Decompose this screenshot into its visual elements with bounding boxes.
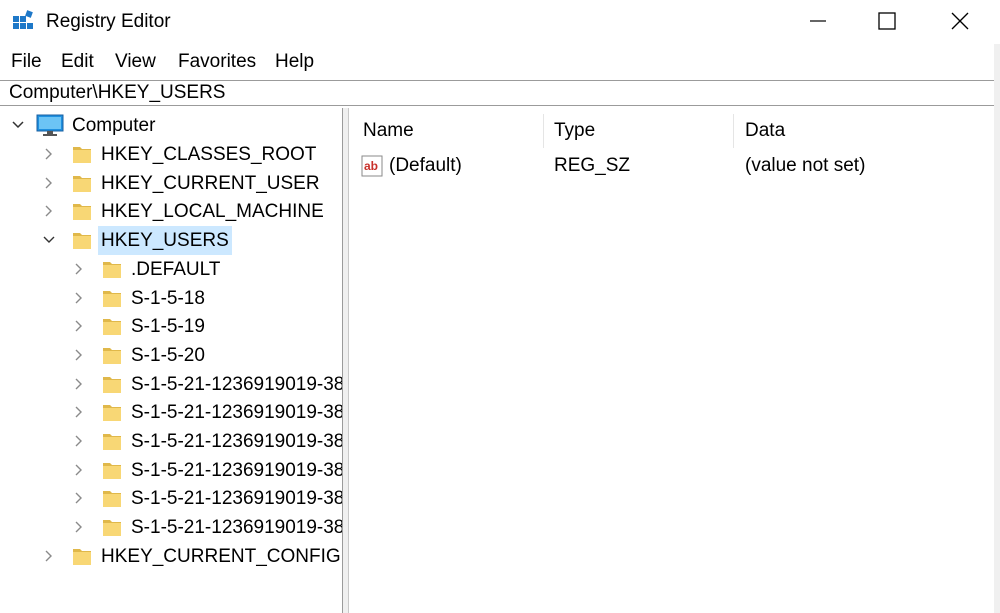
- chevron-down-icon[interactable]: [11, 118, 25, 132]
- address-path[interactable]: Computer\HKEY_USERS: [9, 81, 225, 105]
- close-icon: [951, 12, 969, 30]
- tree-node[interactable]: S-1-5-19: [0, 312, 342, 341]
- tree-label[interactable]: HKEY_CURRENT_USER: [98, 169, 323, 198]
- tree-node[interactable]: S-1-5-18: [0, 284, 342, 313]
- tree-label[interactable]: S-1-5-21-1236919019-382: [128, 484, 342, 513]
- folder-icon: [103, 462, 121, 479]
- folder-icon: [73, 147, 91, 163]
- chevron-right-icon[interactable]: [72, 491, 86, 505]
- tree-node[interactable]: HKEY_LOCAL_MACHINE: [0, 197, 342, 226]
- column-divider[interactable]: [733, 114, 734, 148]
- registry-editor-icon: [13, 10, 33, 29]
- menu-edit[interactable]: Edit: [61, 48, 94, 76]
- chevron-right-icon[interactable]: [72, 319, 86, 333]
- folder-icon: [103, 290, 121, 307]
- folder-icon: [73, 204, 91, 221]
- chevron-right-icon[interactable]: [72, 463, 86, 477]
- chevron-right-icon[interactable]: [42, 176, 56, 190]
- window-border: [994, 44, 1000, 613]
- folder-icon: [103, 434, 121, 450]
- tree-label[interactable]: HKEY_CLASSES_ROOT: [98, 140, 319, 169]
- chevron-right-icon[interactable]: [72, 434, 86, 448]
- menu-favorites[interactable]: Favorites: [178, 48, 256, 76]
- folder-icon: [103, 405, 121, 422]
- close-button[interactable]: [924, 0, 998, 44]
- title-bar: Registry Editor: [0, 0, 1000, 44]
- chevron-right-icon[interactable]: [72, 520, 86, 534]
- value-data: (value not set): [745, 155, 866, 176]
- chevron-down-icon[interactable]: [42, 233, 56, 247]
- minimize-icon: [810, 20, 826, 22]
- chevron-right-icon[interactable]: [42, 549, 56, 563]
- tree-node[interactable]: HKEY_USERS: [0, 226, 342, 256]
- value-type: REG_SZ: [554, 155, 631, 176]
- menu-view[interactable]: View: [115, 48, 156, 76]
- folder-icon: [103, 376, 121, 393]
- tree-node[interactable]: S-1-5-21-1236919019-382: [0, 427, 342, 456]
- key-tree-pane[interactable]: Computer HKEY_CLASSES_ROOT HKEY_CURRENT_U…: [0, 108, 343, 613]
- tree-node-computer[interactable]: Computer: [0, 111, 342, 140]
- folder-icon: [103, 347, 121, 364]
- chevron-right-icon[interactable]: [42, 204, 56, 218]
- tree-node[interactable]: S-1-5-21-1236919019-382: [0, 484, 342, 513]
- tree-label[interactable]: S-1-5-21-1236919019-382: [128, 456, 342, 485]
- folder-icon: [103, 491, 121, 508]
- tree-label[interactable]: HKEY_CURRENT_CONFIG: [98, 542, 342, 571]
- tree-node[interactable]: HKEY_CURRENT_CONFIG: [0, 542, 342, 571]
- tree-node[interactable]: HKEY_CURRENT_USER: [0, 169, 342, 198]
- tree-label[interactable]: HKEY_LOCAL_MACHINE: [98, 197, 327, 226]
- tree-label[interactable]: S-1-5-21-1236919019-382: [128, 370, 342, 399]
- folder-icon: [103, 319, 121, 336]
- menu-help[interactable]: Help: [275, 48, 314, 76]
- tree-label[interactable]: S-1-5-18: [128, 284, 208, 313]
- minimize-button[interactable]: [780, 0, 854, 44]
- tree-label[interactable]: S-1-5-21-1236919019-382: [128, 513, 342, 542]
- tree-label[interactable]: S-1-5-19: [128, 312, 208, 341]
- tree-node[interactable]: S-1-5-21-1236919019-382: [0, 456, 342, 485]
- maximize-button[interactable]: [852, 0, 926, 44]
- maximize-icon: [878, 12, 896, 30]
- column-header-name[interactable]: Name: [363, 114, 414, 148]
- svg-text:ab: ab: [364, 159, 378, 173]
- column-header-data[interactable]: Data: [745, 114, 785, 148]
- folder-icon: [103, 261, 121, 278]
- chevron-right-icon[interactable]: [72, 377, 86, 391]
- string-value-icon: ab: [361, 155, 383, 177]
- tree-node[interactable]: S-1-5-21-1236919019-382: [0, 370, 342, 399]
- tree-label[interactable]: HKEY_USERS: [98, 226, 232, 256]
- tree-node[interactable]: HKEY_CLASSES_ROOT: [0, 140, 342, 169]
- address-bar[interactable]: Computer\HKEY_USERS: [0, 80, 997, 106]
- menu-file[interactable]: File: [11, 48, 42, 76]
- chevron-right-icon[interactable]: [72, 348, 86, 362]
- tree-node[interactable]: S-1-5-20: [0, 341, 342, 370]
- values-pane[interactable]: Name Type Data ab (Default) REG_SZ (valu…: [349, 108, 994, 613]
- folder-icon: [73, 548, 91, 565]
- folder-icon: [103, 520, 121, 537]
- tree-label[interactable]: .DEFAULT: [128, 255, 223, 284]
- column-divider[interactable]: [543, 114, 544, 148]
- tree-node[interactable]: S-1-5-21-1236919019-382: [0, 398, 342, 427]
- column-header-type[interactable]: Type: [554, 114, 595, 148]
- folder-icon: [73, 233, 91, 250]
- tree-label[interactable]: S-1-5-21-1236919019-382: [128, 398, 342, 427]
- tree-label[interactable]: S-1-5-20: [128, 341, 208, 370]
- tree-node[interactable]: .DEFAULT: [0, 255, 342, 284]
- value-name[interactable]: (Default): [389, 151, 462, 180]
- chevron-right-icon[interactable]: [42, 147, 56, 161]
- folder-icon: [73, 175, 91, 192]
- chevron-right-icon[interactable]: [72, 291, 86, 305]
- chevron-right-icon[interactable]: [72, 405, 86, 419]
- computer-icon: [36, 114, 64, 136]
- tree-node[interactable]: S-1-5-21-1236919019-382: [0, 513, 342, 542]
- value-row[interactable]: ab (Default) REG_SZ (value not set): [349, 151, 994, 180]
- window-title: Registry Editor: [46, 11, 171, 32]
- tree-label[interactable]: S-1-5-21-1236919019-382: [128, 427, 342, 456]
- chevron-right-icon[interactable]: [72, 262, 86, 276]
- menu-bar: File Edit View Favorites Help: [0, 48, 1000, 76]
- tree-label[interactable]: Computer: [69, 111, 158, 140]
